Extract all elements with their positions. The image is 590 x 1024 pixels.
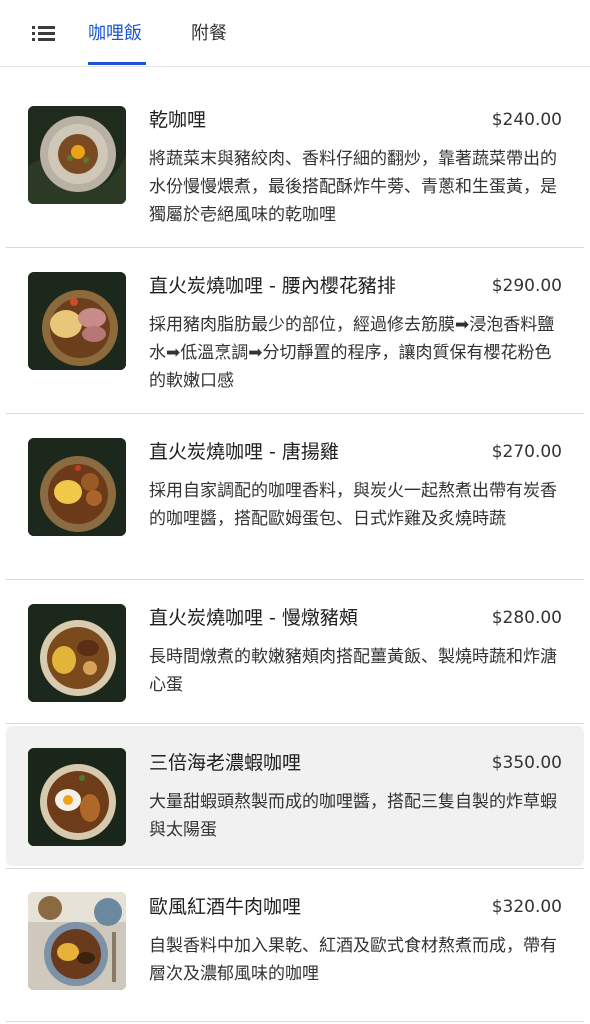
dish-photo bbox=[28, 272, 126, 370]
divider bbox=[6, 868, 584, 869]
dish-name: 歐風紅酒牛肉咖哩 bbox=[149, 896, 302, 918]
menu-item[interactable]: 乾咖哩 $240.00 將蔬菜末與豬絞肉、香料仔細的翻炒，靠著蔬菜帶出的水份慢慢… bbox=[6, 66, 584, 248]
menu-item[interactable]: 直火炭燒咖哩 - 腰內櫻花豬排 $290.00 採用豬肉脂肪最少的部位，經過修去… bbox=[6, 248, 584, 414]
menu-item[interactable]: 直火炭燒咖哩 - 慢燉豬頰 $280.00 長時間燉煮的軟嫩豬頰肉搭配薑黃飯、製… bbox=[6, 580, 584, 724]
divider bbox=[6, 723, 584, 724]
menu-item[interactable]: 三倍海老濃蝦咖哩 $350.00 大量甜蝦頭熬製而成的咖哩醬，搭配三隻自製的炸草… bbox=[6, 726, 584, 866]
dish-name: 直火炭燒咖哩 - 慢燉豬頰 bbox=[149, 607, 358, 629]
divider bbox=[6, 1021, 584, 1022]
dish-photo bbox=[28, 892, 126, 990]
dish-price: $350.00 bbox=[491, 753, 562, 773]
active-tab-indicator bbox=[88, 62, 146, 65]
dish-description: 採用豬肉脂肪最少的部位，經過修去筋膜➡浸泡香料鹽水➡低溫烹調➡分切靜置的程序，讓… bbox=[149, 315, 555, 391]
tab-curry-rice[interactable]: 咖哩飯 bbox=[88, 22, 142, 46]
menu-item[interactable]: 直火炭燒咖哩 - 唐揚雞 $270.00 採用自家調配的咖哩香料，與炭火一起熬煮… bbox=[6, 414, 584, 580]
dish-price: $290.00 bbox=[491, 276, 562, 296]
dish-price: $280.00 bbox=[491, 608, 562, 628]
top-tab-bar: 咖哩飯 附餐 bbox=[0, 0, 590, 67]
menu-list-icon[interactable] bbox=[30, 22, 58, 44]
dish-photo bbox=[28, 604, 126, 702]
dish-photo bbox=[28, 748, 126, 846]
tab-side-dishes[interactable]: 附餐 bbox=[191, 22, 227, 46]
dish-description: 長時間燉煮的軟嫩豬頰肉搭配薑黃飯、製燒時蔬和炸溏心蛋 bbox=[149, 647, 557, 695]
dish-name: 三倍海老濃蝦咖哩 bbox=[149, 752, 302, 774]
dish-photo bbox=[28, 106, 126, 204]
dish-description: 採用自家調配的咖哩香料，與炭火一起熬煮出帶有炭香的咖哩醬，搭配歐姆蛋包、日式炸雞… bbox=[149, 481, 557, 529]
dish-description: 將蔬菜末與豬絞肉、香料仔細的翻炒，靠著蔬菜帶出的水份慢慢煨煮，最後搭配酥炸牛蒡、… bbox=[149, 149, 557, 225]
dish-description: 自製香料中加入果乾、紅酒及歐式食材熬煮而成，帶有層次及濃郁風味的咖哩 bbox=[149, 936, 557, 984]
dish-price: $270.00 bbox=[491, 442, 562, 462]
dish-photo bbox=[28, 438, 126, 536]
dish-name: 乾咖哩 bbox=[149, 109, 207, 131]
dish-name: 直火炭燒咖哩 - 腰內櫻花豬排 bbox=[149, 275, 396, 297]
dish-description: 大量甜蝦頭熬製而成的咖哩醬，搭配三隻自製的炸草蝦與太陽蛋 bbox=[149, 792, 557, 840]
dish-name: 直火炭燒咖哩 - 唐揚雞 bbox=[149, 441, 339, 463]
dish-price: $240.00 bbox=[491, 110, 562, 130]
dish-price: $320.00 bbox=[491, 897, 562, 917]
menu-item[interactable]: 歐風紅酒牛肉咖哩 $320.00 自製香料中加入果乾、紅酒及歐式食材熬煮而成，帶… bbox=[6, 870, 584, 1022]
